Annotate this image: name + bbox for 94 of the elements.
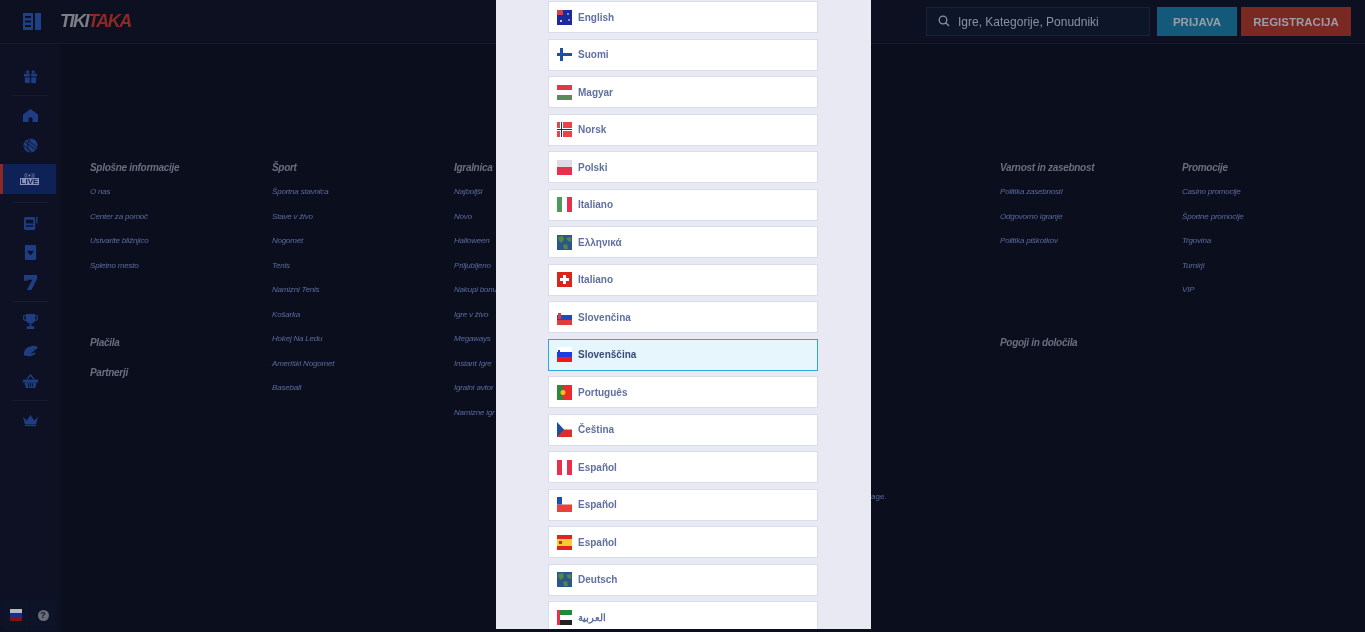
footer-link[interactable]: Namizni Tenis — [272, 285, 320, 310]
trophy-icon — [22, 313, 38, 329]
language-option[interactable]: Español — [548, 488, 818, 521]
footer-heading[interactable]: Partnerji — [90, 367, 128, 381]
footer-link[interactable]: Tenis — [272, 260, 290, 285]
flag-icon — [557, 384, 572, 400]
footer-heading: Igralnica — [454, 162, 493, 175]
flag-icon — [557, 609, 572, 625]
language-option[interactable]: العربية — [548, 601, 818, 629]
flag-icon — [557, 47, 572, 62]
footer-link[interactable]: Stave v živo — [272, 211, 313, 236]
footer-link[interactable]: Politika zasebnosti — [1000, 187, 1063, 212]
basketball-icon — [22, 137, 38, 153]
flag-icon — [557, 84, 572, 100]
flag-icon — [557, 122, 572, 137]
flag-icon — [557, 497, 572, 512]
flag-icon — [557, 534, 572, 550]
footer-link[interactable]: Casino promocije — [1182, 187, 1241, 212]
footer-link[interactable]: Namizne igr — [454, 407, 495, 432]
lucky-seven-icon — [22, 274, 38, 290]
search-icon — [938, 15, 950, 27]
menu-icon[interactable] — [23, 13, 41, 30]
flag-icon — [557, 234, 572, 250]
footer-link[interactable]: Novo — [454, 211, 472, 236]
flag-icon — [557, 422, 572, 437]
footer-link[interactable]: Trgovina — [1182, 236, 1211, 261]
flag-icon — [557, 159, 572, 175]
footer-heading: Promocije — [1182, 162, 1228, 175]
login-button[interactable]: PRIJAVA — [1157, 7, 1237, 36]
footer-heading: Šport — [272, 162, 297, 175]
footer-link[interactable]: Ustvarite bližnjico — [90, 236, 149, 261]
footer-heading[interactable]: Plačila — [90, 337, 120, 351]
footer-link[interactable]: Center za pomoč — [90, 211, 148, 236]
language-option[interactable]: Deutsch — [548, 563, 818, 596]
language-option[interactable]: Slovenščina — [548, 338, 818, 371]
language-option[interactable]: Ελληνικά — [548, 226, 818, 258]
language-option[interactable]: English — [548, 1, 818, 33]
flag-icon — [557, 272, 572, 287]
footer-link[interactable]: Halloween — [454, 236, 490, 261]
live-label: LIVE — [19, 178, 40, 185]
search-field[interactable]: Igre, Kategorije, Ponudniki — [926, 7, 1150, 36]
language-option[interactable]: Slovenčina — [548, 301, 818, 333]
footer-link[interactable]: Politika piškotkov — [1000, 236, 1058, 261]
playing-card-icon — [22, 244, 38, 260]
language-option[interactable]: Norsk — [548, 113, 818, 146]
language-button[interactable] — [3, 600, 29, 630]
footer-link[interactable]: VIP — [1182, 285, 1195, 310]
footer-link[interactable]: Igralni avtor — [454, 383, 494, 408]
footer-link[interactable]: O nas — [90, 187, 111, 212]
flag-icon — [557, 459, 572, 475]
footer-link[interactable]: Športne promocije — [1182, 211, 1244, 236]
language-option[interactable]: Magyar — [548, 76, 818, 108]
language-option[interactable]: Čeština — [548, 413, 818, 446]
footer-link[interactable]: Turnirji — [1182, 260, 1205, 285]
language-option[interactable]: Italiano — [548, 263, 818, 296]
logo-text[interactable]: TAKA — [88, 11, 131, 32]
footer-heading: Splošne informacije — [90, 162, 180, 175]
footer-link[interactable]: Spletno mesto — [90, 260, 139, 285]
slot-machine-icon — [22, 214, 38, 230]
language-option[interactable]: Italiano — [548, 188, 818, 221]
flag-icon — [557, 347, 572, 362]
language-option[interactable]: Polski — [548, 151, 818, 183]
footer-link[interactable]: Hokej Na Ledu — [272, 334, 323, 359]
flag-icon — [557, 572, 572, 587]
footer-link[interactable]: Nogomet — [272, 236, 304, 261]
language-option[interactable]: Español — [548, 526, 818, 558]
footer-heading: Varnost in zasebnost — [1000, 162, 1095, 175]
footer-link[interactable]: Ameriški Nogomet — [272, 358, 335, 383]
footer-link[interactable]: Najboljši — [454, 187, 483, 212]
broadcast-icon — [24, 173, 35, 178]
language-option[interactable]: Español — [548, 451, 818, 483]
footer-link[interactable]: Instant Igre — [454, 358, 492, 383]
register-button[interactable]: REGISTRACIJA — [1241, 7, 1351, 36]
footer-link[interactable]: Priljubljeno — [454, 260, 491, 285]
gift-icon — [22, 68, 38, 84]
language-option[interactable]: Suomi — [548, 38, 818, 71]
footer-link[interactable]: Košarka — [272, 309, 300, 334]
footer-link[interactable]: Športna stavnica — [272, 187, 329, 212]
logo-text[interactable]: TIKI — [60, 11, 88, 32]
flag-icon — [557, 197, 572, 212]
footer-link[interactable]: Megaways — [454, 334, 491, 359]
footer-link[interactable]: Odgovorno igranje — [1000, 211, 1063, 236]
slovenia-flag-icon — [10, 609, 22, 621]
basket-icon — [22, 373, 38, 389]
home-icon — [22, 107, 38, 123]
crown-icon — [22, 412, 38, 428]
footer-link[interactable]: Igre v živo — [454, 309, 489, 334]
flag-icon — [557, 9, 572, 25]
footer-heading[interactable]: Pogoji in določila — [1000, 337, 1078, 351]
footer-text: age. — [871, 492, 887, 501]
language-option[interactable]: Português — [548, 376, 818, 408]
help-button[interactable]: ? — [30, 600, 56, 630]
footer-link[interactable]: Baseball — [272, 383, 302, 408]
sidebar-item[interactable]: LIVE — [0, 164, 56, 194]
